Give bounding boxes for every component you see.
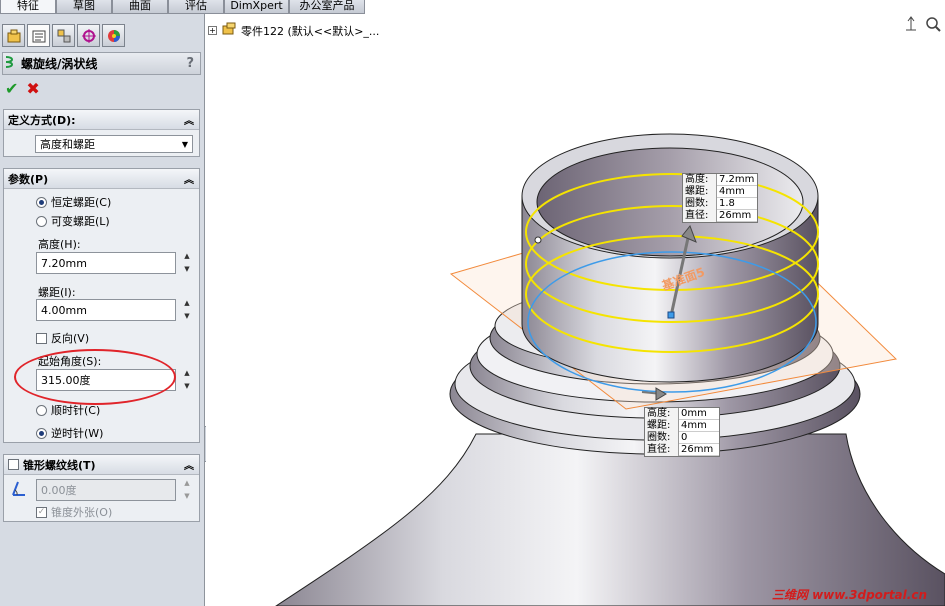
define-by-select[interactable]: 高度和螺距 ▼: [35, 135, 193, 153]
taper-angle-field[interactable]: 0.00度: [36, 479, 176, 501]
dimxpert-manager-icon[interactable]: [77, 24, 100, 47]
help-button[interactable]: ?: [186, 56, 194, 71]
watermark: 三维网 www.3dportal.cn: [771, 588, 927, 602]
ok-cancel-bar: ✔ ✖: [5, 80, 40, 98]
define-by-header[interactable]: 定义方式(D): ︽: [4, 110, 199, 130]
spin-arrows-icon[interactable]: ▲ ▼: [180, 299, 194, 321]
callout-row: 高度: 0mm: [645, 408, 719, 420]
radio-button[interactable]: [36, 196, 47, 208]
height-spinbox[interactable]: 7.20mm ▲ ▼: [36, 252, 194, 274]
collapse-chevron-icon[interactable]: ︽: [184, 112, 194, 127]
manager-icon-bar: [2, 24, 125, 48]
tab-surfaces[interactable]: 曲面: [112, 0, 168, 14]
callout-key: 高度:: [645, 408, 679, 420]
callout-key: 圈数:: [645, 432, 679, 444]
red-highlight-ellipse: [14, 349, 176, 405]
pitch-field[interactable]: 4.00mm: [36, 299, 176, 321]
property-manager-panel: 螺旋线/涡状线 ? ✔ ✖ 定义方式(D): ︽ 高度和螺距 ▼ 参数(P) ︽: [0, 14, 205, 606]
feature-title-bar: 螺旋线/涡状线 ?: [2, 52, 201, 75]
display-manager-icon[interactable]: [102, 24, 125, 47]
helix-callout-bottom: 高度: 0mm 螺距: 4mm 圈数: 0 直径: 26mm: [644, 407, 720, 457]
callout-value: 1.8: [717, 198, 757, 210]
variable-pitch-option[interactable]: 可变螺距(L): [36, 213, 110, 229]
constant-pitch-label: 恒定螺距(C): [51, 196, 112, 209]
callout-row: 螺距: 4mm: [645, 420, 719, 432]
constant-pitch-option[interactable]: 恒定螺距(C): [36, 194, 111, 210]
taper-outward-option[interactable]: ✓ 锥度外张(O): [36, 504, 112, 520]
tab-evaluate[interactable]: 评估: [168, 0, 224, 14]
counterclockwise-option[interactable]: 逆时针(W): [36, 425, 103, 441]
collapse-chevron-icon[interactable]: ︽: [184, 457, 194, 472]
callout-key: 高度:: [683, 174, 717, 186]
checkbox[interactable]: [36, 332, 47, 344]
callout-value: 4mm: [717, 186, 757, 198]
callout-row: 直径: 26mm: [683, 210, 757, 222]
callout-value: 26mm: [717, 210, 757, 222]
callout-row: 螺距: 4mm: [683, 186, 757, 198]
command-manager-tabs: 特征 草图 曲面 评估 DimXpert 办公室产品: [0, 0, 365, 14]
collapse-chevron-icon[interactable]: ︽: [184, 171, 194, 186]
callout-key: 螺距:: [645, 420, 679, 432]
callout-row: 圈数: 0: [645, 432, 719, 444]
variable-pitch-label: 可变螺距(L): [51, 215, 110, 228]
define-by-group: 定义方式(D): ︽ 高度和螺距 ▼: [3, 109, 200, 157]
reverse-label: 反向(V): [51, 332, 90, 345]
spin-arrows-icon[interactable]: ▲ ▼: [180, 252, 194, 274]
property-manager-icon[interactable]: [27, 24, 50, 47]
helix-feature-icon: [3, 54, 17, 73]
taper-title: 锥形螺纹线(T): [23, 458, 96, 472]
radio-button[interactable]: [36, 404, 47, 416]
feature-manager-icon[interactable]: [2, 24, 25, 47]
callout-key: 螺距:: [683, 186, 717, 198]
radio-button[interactable]: [36, 215, 47, 227]
parameters-header[interactable]: 参数(P) ︽: [4, 169, 199, 189]
taper-angle-spinbox[interactable]: 0.00度 ▲ ▼: [36, 479, 194, 501]
taper-angle-icon: [10, 480, 28, 501]
tab-features[interactable]: 特征: [0, 0, 56, 14]
height-field[interactable]: 7.20mm: [36, 252, 176, 274]
tab-sketch[interactable]: 草图: [56, 0, 112, 14]
callout-value: 26mm: [679, 444, 719, 456]
counterclockwise-label: 逆时针(W): [51, 427, 104, 440]
checkbox[interactable]: ✓: [36, 506, 47, 518]
parameters-title: 参数(P): [8, 172, 49, 186]
taper-header[interactable]: 锥形螺纹线(T) ︽: [4, 455, 199, 475]
callout-value: 0mm: [679, 408, 719, 420]
taper-checkbox[interactable]: [8, 459, 19, 470]
callout-key: 直径:: [645, 444, 679, 456]
callout-value: 7.2mm: [717, 174, 757, 186]
reverse-option[interactable]: 反向(V): [36, 330, 89, 346]
cancel-icon[interactable]: ✖: [26, 80, 39, 98]
configuration-manager-icon[interactable]: [52, 24, 75, 47]
callout-key: 直径:: [683, 210, 717, 222]
define-by-title: 定义方式(D):: [8, 113, 76, 127]
dropdown-arrow-icon: ▼: [181, 139, 189, 149]
pitch-label: 螺距(I):: [38, 286, 76, 299]
helix-callout-top: 高度: 7.2mm 螺距: 4mm 圈数: 1.8 直径: 26mm: [682, 173, 758, 223]
callout-value: 4mm: [679, 420, 719, 432]
graphics-viewport[interactable]: + 零件122 (默认<<默认>_... 基准面5 高度: 7.2mm 螺距: …: [206, 14, 945, 606]
taper-group: 锥形螺纹线(T) ︽ 0.00度 ▲ ▼ ✓ 锥度外张(O): [3, 454, 200, 522]
spin-arrows-icon[interactable]: ▲ ▼: [180, 479, 194, 501]
spin-arrows-icon[interactable]: ▲ ▼: [180, 369, 194, 391]
callout-row: 直径: 26mm: [645, 444, 719, 456]
ok-icon[interactable]: ✔: [5, 80, 18, 98]
callout-key: 圈数:: [683, 198, 717, 210]
pitch-spinbox[interactable]: 4.00mm ▲ ▼: [36, 299, 194, 321]
callout-value: 0: [679, 432, 719, 444]
tab-dimxpert[interactable]: DimXpert: [224, 0, 289, 14]
taper-outward-label: 锥度外张(O): [51, 506, 113, 519]
callout-row: 高度: 7.2mm: [683, 174, 757, 186]
tab-office-products[interactable]: 办公室产品: [289, 0, 365, 14]
callout-row: 圈数: 1.8: [683, 198, 757, 210]
height-label: 高度(H):: [38, 238, 81, 251]
model-drawing: [275, 133, 945, 606]
radio-button[interactable]: [36, 427, 47, 439]
define-by-value: 高度和螺距: [40, 138, 95, 151]
feature-title: 螺旋线/涡状线: [21, 57, 98, 71]
